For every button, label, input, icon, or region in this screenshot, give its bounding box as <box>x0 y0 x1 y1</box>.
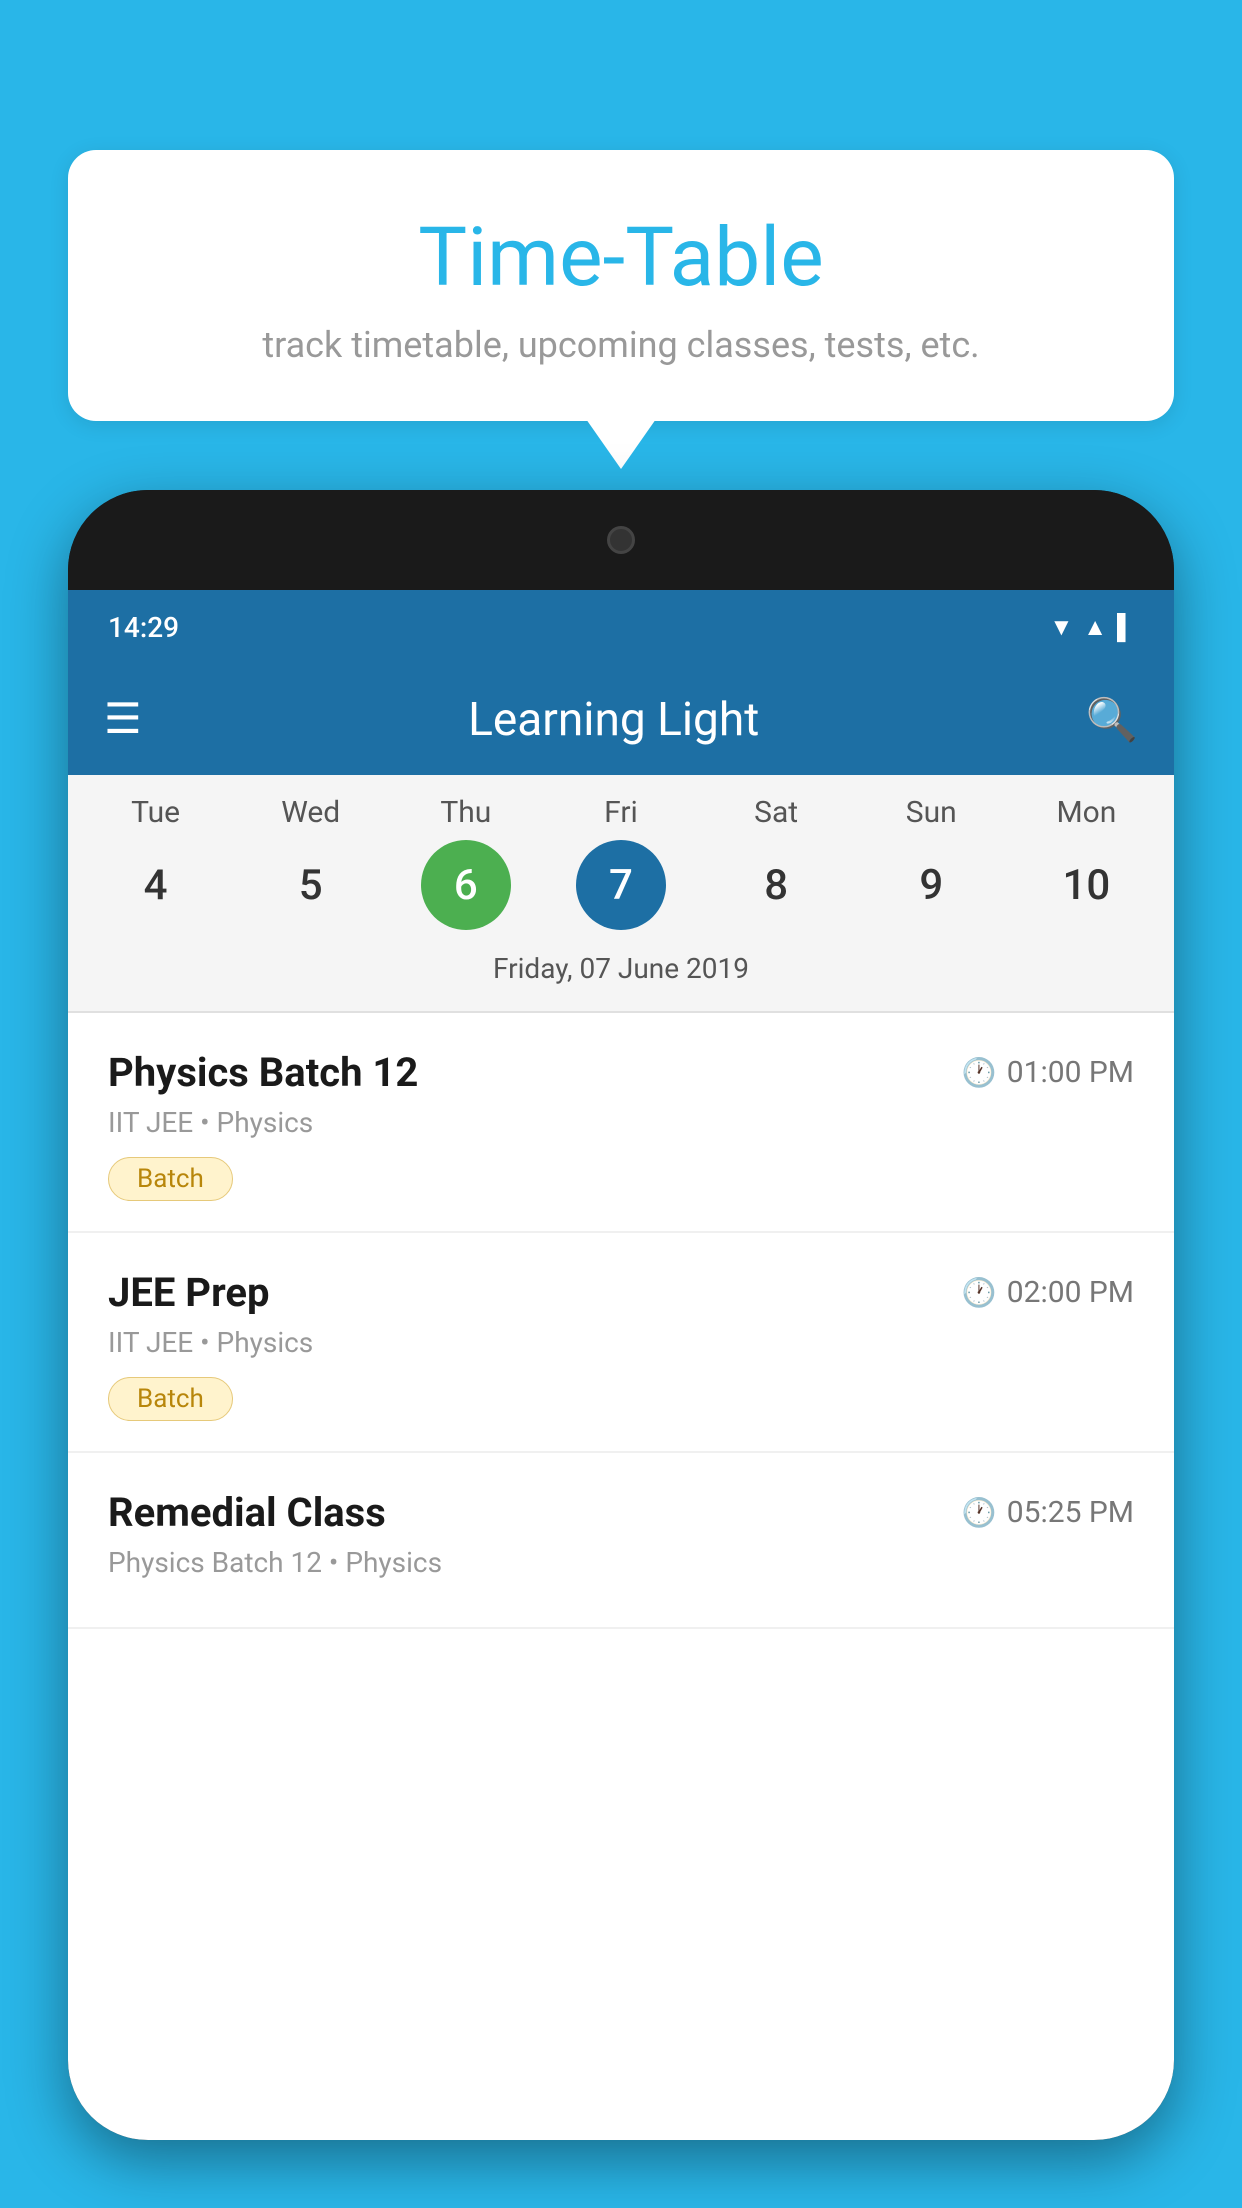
schedule-item-subtitle: IIT JEE • Physics <box>108 1326 1134 1359</box>
search-icon[interactable]: 🔍 <box>1086 696 1138 745</box>
selected-date-label: Friday, 07 June 2019 <box>68 944 1174 1001</box>
day-name: Mon <box>1021 795 1151 830</box>
day-name: Sun <box>866 795 996 830</box>
schedule-item-subtitle: Physics Batch 12 • Physics <box>108 1546 1134 1579</box>
signal-icon: ▲ <box>1083 613 1107 642</box>
phone-screen: 14:29 ▼ ▲ ▌ ☰ Learning Light 🔍 Tue Wed Thu… <box>68 590 1174 2140</box>
app-title: Learning Light <box>172 693 1056 747</box>
phone-camera <box>607 526 635 554</box>
status-time: 14:29 <box>108 611 179 644</box>
clock-icon: 🕐 <box>962 1056 997 1089</box>
menu-icon[interactable]: ☰ <box>104 699 142 741</box>
schedule-item-subtitle: IIT JEE • Physics <box>108 1106 1134 1139</box>
day-number[interactable]: 9 <box>886 840 976 930</box>
day-number[interactable]: 7 <box>576 840 666 930</box>
speech-bubble: Time-Table track timetable, upcoming cla… <box>68 150 1174 421</box>
speech-bubble-container: Time-Table track timetable, upcoming cla… <box>68 150 1174 421</box>
phone-top-bezel <box>68 490 1174 590</box>
day-name: Thu <box>401 795 531 830</box>
day-name: Tue <box>91 795 221 830</box>
wifi-icon: ▼ <box>1049 613 1073 642</box>
phone-container: 14:29 ▼ ▲ ▌ ☰ Learning Light 🔍 Tue Wed Thu… <box>68 490 1174 2208</box>
status-bar: 14:29 ▼ ▲ ▌ <box>68 590 1174 665</box>
schedule-items: Physics Batch 12 🕐 01:00 PM IIT JEE • Phys… <box>68 1013 1174 1629</box>
schedule-item-title: Remedial Class <box>108 1489 386 1536</box>
day-number[interactable]: 6 <box>421 840 511 930</box>
battery-icon: ▌ <box>1117 613 1134 642</box>
batch-badge: Batch <box>108 1157 233 1201</box>
phone-mockup: 14:29 ▼ ▲ ▌ ☰ Learning Light 🔍 Tue Wed Thu… <box>68 490 1174 2140</box>
calendar-strip: Tue Wed Thu Fri Sat Sun Mon 456789 10 Friday, 0… <box>68 775 1174 1011</box>
speech-bubble-title: Time-Table <box>118 210 1124 306</box>
app-bar: ☰ Learning Light 🔍 <box>68 665 1174 775</box>
speech-bubble-subtitle: track timetable, upcoming classes, tests… <box>118 324 1124 366</box>
schedule-item[interactable]: Remedial Class 🕐 05:25 PM Physics Batch 12… <box>68 1453 1174 1629</box>
day-name: Sat <box>711 795 841 830</box>
schedule-item[interactable]: Physics Batch 12 🕐 01:00 PM IIT JEE • Phys… <box>68 1013 1174 1233</box>
schedule-item[interactable]: JEE Prep 🕐 02:00 PM IIT JEE • Physics Batch <box>68 1233 1174 1453</box>
day-numbers-row: 456789 10 <box>68 840 1174 930</box>
day-name: Fri <box>556 795 686 830</box>
day-name: Wed <box>246 795 376 830</box>
clock-icon: 🕐 <box>962 1276 997 1309</box>
day-number[interactable]: 10 <box>1041 840 1131 930</box>
batch-badge: Batch <box>108 1377 233 1421</box>
clock-icon: 🕐 <box>962 1496 997 1529</box>
schedule-item-title: JEE Prep <box>108 1269 269 1316</box>
schedule-item-time: 🕐 02:00 PM <box>962 1275 1134 1310</box>
schedule-item-title: Physics Batch 12 <box>108 1049 418 1096</box>
status-icons: ▼ ▲ ▌ <box>1049 613 1134 642</box>
day-number[interactable]: 5 <box>266 840 356 930</box>
day-number[interactable]: 4 <box>111 840 201 930</box>
schedule-item-time: 🕐 01:00 PM <box>962 1055 1134 1090</box>
day-number[interactable]: 8 <box>731 840 821 930</box>
day-names-row: Tue Wed Thu Fri Sat Sun Mon <box>68 795 1174 830</box>
schedule-item-time: 🕐 05:25 PM <box>962 1495 1134 1530</box>
